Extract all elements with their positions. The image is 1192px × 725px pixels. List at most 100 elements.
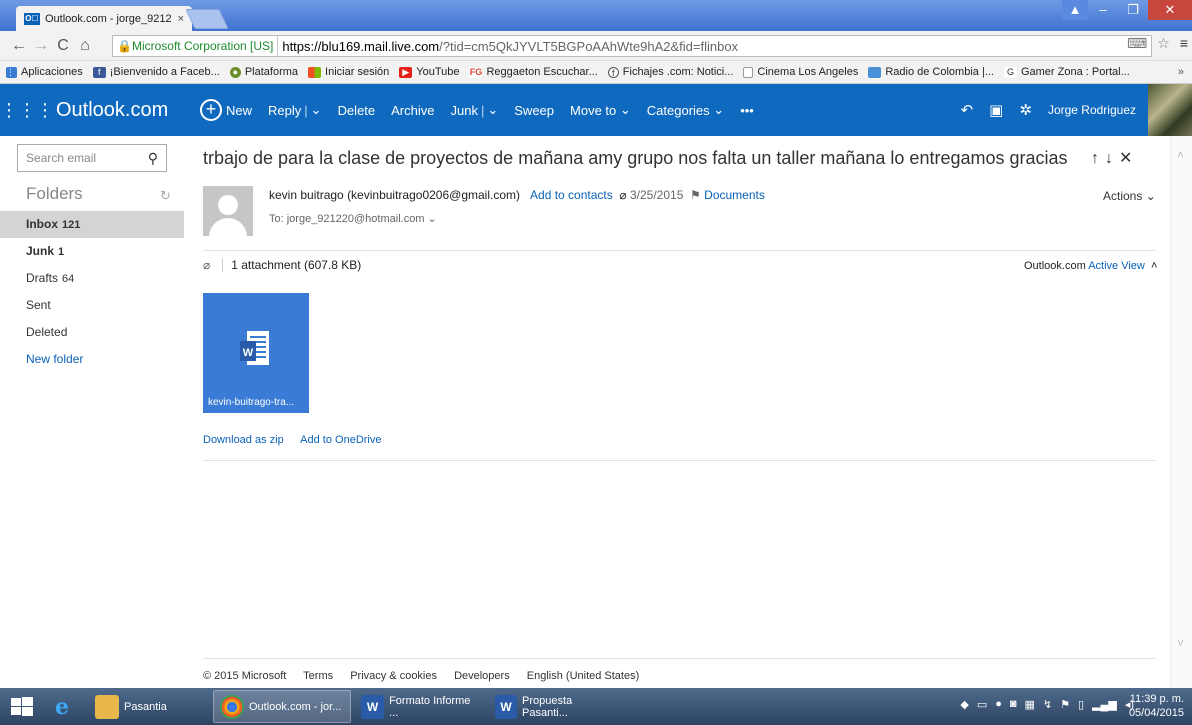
url-path: /?tid=cm5QkJYVLT5BGPoAAhWte9hA2&fid=flin… — [439, 38, 739, 54]
battery-tray-icon[interactable]: ▯ — [1078, 698, 1084, 711]
bookmark-youtube[interactable]: ▶ YouTube — [399, 66, 459, 78]
usb-tray-icon[interactable]: ↯ — [1043, 698, 1052, 711]
bookmark-plataforma[interactable]: ● Plataforma — [229, 66, 298, 78]
new-button[interactable]: + New — [200, 99, 252, 121]
archive-button[interactable]: Archive — [391, 103, 434, 118]
maximize-button[interactable]: ❐ — [1118, 0, 1148, 20]
signal-tray-icon[interactable]: ▂▄▆ — [1092, 698, 1117, 711]
bookmarks-more-icon[interactable]: » — [1178, 66, 1184, 78]
minimize-button[interactable]: – — [1088, 0, 1118, 20]
expand-chevron-icon[interactable]: ⌄ — [428, 213, 437, 225]
privacy-link[interactable]: Privacy & cookies — [350, 670, 437, 682]
sweep-button[interactable]: Sweep — [514, 103, 554, 118]
user-name[interactable]: Jorge Rodriguez — [1048, 103, 1136, 117]
forward-arrow-icon[interactable]: → — [30, 37, 52, 55]
search-input[interactable]: Search email ⚲ — [17, 144, 167, 172]
app-tray-icon[interactable]: ● — [995, 698, 1002, 711]
taskbar-item-outlook[interactable]: Outlook.com - jor... — [213, 690, 351, 723]
taskbar-clock[interactable]: 11:39 p. m. 05/04/2015 — [1129, 692, 1184, 720]
junk-button[interactable]: Junk | ⌄ — [451, 102, 499, 118]
folder-junk[interactable]: Junk 1 — [0, 238, 184, 265]
taskbar-label: Outlook.com - jor... — [249, 700, 342, 713]
taskbar-item-pasantia[interactable]: Pasantia — [89, 690, 209, 723]
app-launcher-icon[interactable]: ⋮⋮⋮ — [0, 100, 54, 121]
home-icon[interactable]: ⌂ — [74, 37, 96, 55]
bookmark-gamer[interactable]: G Gamer Zona : Portal... — [1003, 66, 1130, 78]
taskbar-item-propuesta[interactable]: W Propuesta Pasanti... — [489, 690, 619, 723]
categories-button[interactable]: Categories ⌄ — [647, 102, 724, 118]
folder-sent[interactable]: Sent — [0, 292, 184, 319]
bookmark-reggaeton[interactable]: FG Reggaeton Escuchar... — [469, 66, 598, 78]
add-to-contacts-link[interactable]: Add to contacts — [530, 188, 613, 202]
search-icon[interactable]: ⚲ — [148, 150, 158, 167]
url-text[interactable]: https://blu169.mail.live.com/?tid=cm5QkJ… — [278, 39, 738, 54]
folder-inbox[interactable]: Inbox 121 — [0, 211, 184, 238]
profile-icon[interactable]: ▲ — [1062, 0, 1088, 20]
undo-icon[interactable]: ↶ — [961, 101, 974, 119]
reload-icon[interactable]: C — [52, 37, 74, 55]
attachment-tile[interactable]: W kevin-buitrago-tra... — [203, 293, 309, 413]
search-placeholder: Search email — [26, 151, 97, 165]
sender-avatar[interactable] — [203, 186, 253, 236]
terms-link[interactable]: Terms — [303, 670, 333, 682]
tab-title: Outlook.com - jorge_9212 — [45, 12, 172, 25]
delete-button[interactable]: Delete — [338, 103, 376, 118]
ie-taskbar-icon[interactable]: e — [44, 690, 85, 723]
tab-close-icon[interactable]: × — [178, 13, 184, 25]
scroll-up-icon[interactable]: ˄ — [1177, 148, 1184, 162]
bookmark-iniciar-sesion[interactable]: Iniciar sesión — [308, 66, 389, 78]
secure-lock-label[interactable]: 🔒Microsoft Corporation [US] — [113, 36, 279, 56]
bookmark-radio[interactable]: Radio de Colombia |... — [868, 66, 994, 78]
chevron-up-icon[interactable]: ˄ — [1151, 260, 1157, 272]
network-tray-icon[interactable]: ◆ — [960, 698, 968, 711]
folder-deleted[interactable]: Deleted — [0, 319, 184, 346]
gear-icon[interactable]: ✲ — [1019, 101, 1032, 119]
scroll-down-icon[interactable]: ˅ — [1177, 636, 1184, 650]
to-line[interactable]: To: jorge_921220@hotmail.com ⌄ — [269, 212, 437, 225]
taskbar-item-formato[interactable]: W Formato Informe ... — [355, 690, 485, 723]
add-onedrive-link[interactable]: Add to OneDrive — [300, 434, 381, 446]
translate-icon[interactable]: ⌨ — [1127, 35, 1147, 52]
scrollbar[interactable]: ˄ ˅ — [1170, 136, 1192, 688]
category-label[interactable]: Documents — [704, 188, 765, 202]
back-arrow-icon[interactable]: ← — [8, 37, 30, 55]
user-avatar[interactable] — [1148, 84, 1192, 136]
move-to-button[interactable]: Move to ⌄ — [570, 102, 631, 118]
bookmark-apps[interactable]: ⋮⋮ Aplicaciones — [6, 66, 83, 78]
reply-button[interactable]: Reply | ⌄ — [268, 102, 322, 118]
more-commands-button[interactable]: ••• — [740, 103, 754, 118]
app2-tray-icon[interactable]: ◙ — [1010, 698, 1017, 711]
bookmark-facebook[interactable]: f ¡Bienvenido a Faceb... — [92, 66, 220, 78]
language-link[interactable]: English (United States) — [527, 670, 640, 682]
folders-heading[interactable]: Folders — [26, 184, 83, 204]
actions-menu[interactable]: Actions ⌄ — [1103, 189, 1156, 203]
chevron-down-icon[interactable]: ⌄ — [311, 102, 322, 118]
brand-logo[interactable]: Outlook.com — [52, 99, 200, 122]
close-window-button[interactable]: ✕ — [1148, 0, 1192, 20]
close-icon[interactable]: ✕ — [1119, 150, 1138, 167]
download-zip-link[interactable]: Download as zip — [203, 434, 284, 446]
windows-start-icon[interactable] — [0, 688, 44, 725]
folder-drafts[interactable]: Drafts 64 — [0, 265, 184, 292]
app3-tray-icon[interactable]: ▦ — [1025, 698, 1035, 711]
folder-name: Junk — [26, 244, 55, 258]
bookmark-cinema[interactable]: Cinema Los Angeles — [743, 66, 858, 78]
refresh-icon[interactable]: ↻ — [160, 188, 171, 204]
developers-link[interactable]: Developers — [454, 670, 510, 682]
display-tray-icon[interactable]: ▭ — [977, 698, 987, 711]
new-folder-link[interactable]: New folder — [0, 346, 184, 373]
chevron-down-icon[interactable]: ⌄ — [487, 102, 498, 118]
arrow-up-icon[interactable]: ↑ — [1091, 150, 1105, 167]
active-view-link[interactable]: Active View — [1088, 260, 1145, 272]
flag-icon[interactable]: ⚑ — [690, 188, 701, 202]
address-bar[interactable]: 🔒Microsoft Corporation [US] https://blu1… — [112, 35, 1152, 57]
menu-icon[interactable]: ≡ — [1180, 35, 1188, 52]
facebook-icon: f — [92, 66, 106, 78]
browser-tab[interactable]: O☐ Outlook.com - jorge_9212 × — [16, 6, 192, 31]
bookmark-star-icon[interactable]: ☆ — [1157, 35, 1170, 52]
sender-name[interactable]: kevin buitrago — [269, 188, 344, 202]
chat-icon[interactable]: ▣ — [989, 101, 1003, 119]
bookmark-fichajes[interactable]: f Fichajes .com: Notici... — [607, 66, 733, 78]
flag-tray-icon[interactable]: ⚑ — [1060, 698, 1070, 711]
arrow-down-icon[interactable]: ↓ — [1105, 150, 1119, 167]
